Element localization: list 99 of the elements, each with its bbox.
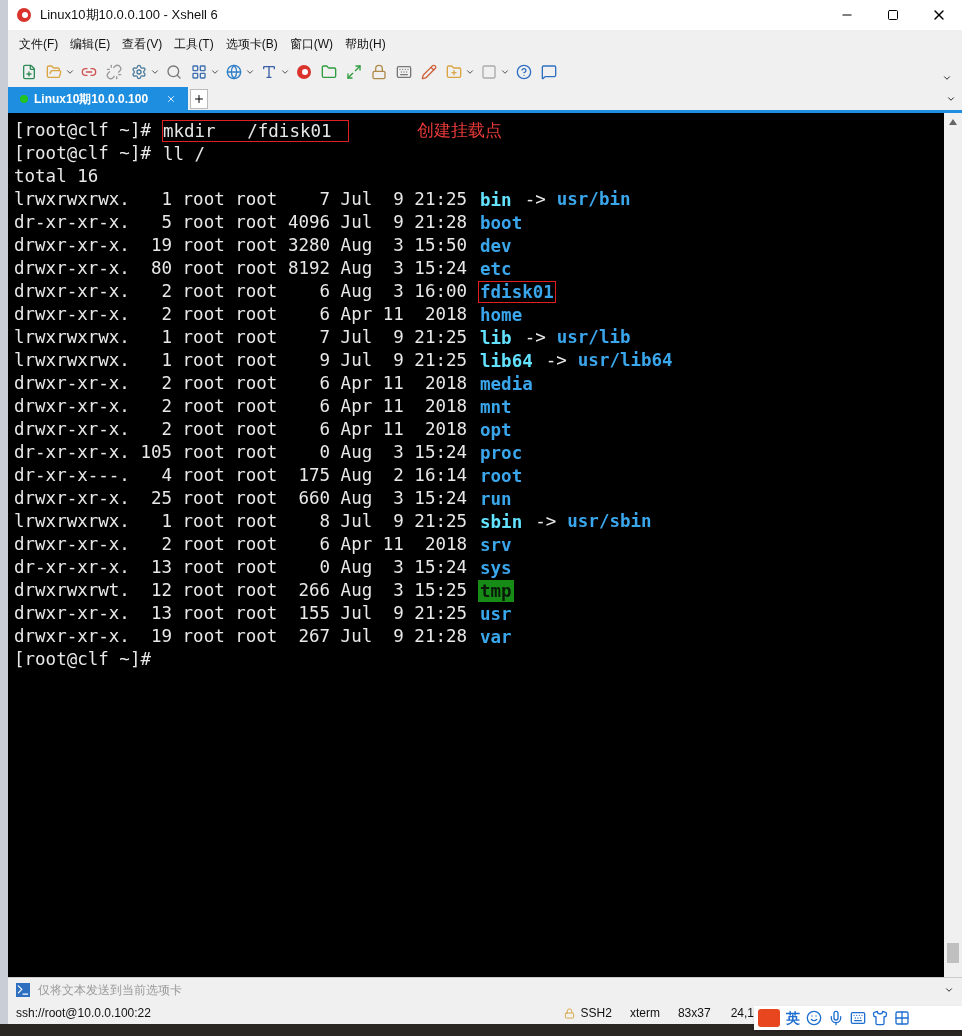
- protocol-label: SSH2: [580, 1005, 612, 1022]
- file-name: etc: [479, 257, 513, 280]
- file-info: drwxrwxrwt. 12 root root 266 Aug 3 15:25: [14, 579, 468, 602]
- file-name: dev: [479, 234, 513, 257]
- file-name: home: [479, 303, 524, 326]
- keyboard-icon[interactable]: [850, 1010, 866, 1026]
- prompt: [root@clf ~]#: [14, 119, 151, 142]
- caret-icon[interactable]: [245, 67, 255, 77]
- file-info: dr-xr-xr-x. 5 root root 4096 Jul 9 21:28: [14, 211, 468, 234]
- file-info: dr-xr-xr-x. 105 root root 0 Aug 3 15:24: [14, 441, 468, 464]
- link-arrow: ->: [524, 326, 546, 349]
- file-name: srv: [479, 533, 513, 556]
- file-info: drwxr-xr-x. 19 root root 3280 Aug 3 15:50: [14, 234, 468, 257]
- menu-item[interactable]: 编辑(E): [67, 34, 114, 53]
- window-title: Linux10期10.0.0.100 - Xshell 6: [40, 6, 218, 25]
- caret-icon[interactable]: [944, 985, 954, 995]
- file-info: drwxr-xr-x. 2 root root 6 Aug 3 16:00: [14, 280, 468, 303]
- link-target: usr/lib: [556, 326, 631, 349]
- file-info: dr-xr-x---. 4 root root 175 Aug 2 16:14: [14, 464, 468, 487]
- prompt: [root@clf ~]#: [14, 648, 151, 671]
- scrollbar[interactable]: [944, 113, 962, 977]
- compose-input[interactable]: 仅将文本发送到当前选项卡: [38, 981, 936, 999]
- lock-icon: [563, 1007, 575, 1019]
- emoji-icon[interactable]: [806, 1010, 822, 1026]
- file-name: run: [479, 487, 513, 510]
- prompt: [root@clf ~]#: [14, 142, 151, 165]
- caret-icon[interactable]: [500, 67, 510, 77]
- file-info: drwxr-xr-x. 2 root root 6 Apr 11 2018: [14, 418, 468, 441]
- menu-item[interactable]: 工具(T): [171, 34, 217, 53]
- overflow-icon[interactable]: [942, 73, 952, 83]
- file-info: drwxr-xr-x. 13 root root 155 Jul 9 21:25: [14, 602, 468, 625]
- close-tab-icon[interactable]: [166, 93, 176, 104]
- file-info: drwxr-xr-x. 25 root root 660 Aug 3 15:24: [14, 487, 468, 510]
- ime-logo-icon: [758, 1009, 780, 1027]
- file-info: drwxr-xr-x. 80 root root 8192 Aug 3 15:24: [14, 257, 468, 280]
- terminal-icon: [16, 983, 30, 997]
- file-name: boot: [479, 211, 524, 234]
- file-name: bin: [479, 188, 513, 211]
- command-text: ll /: [161, 142, 207, 165]
- ime-language[interactable]: 英: [786, 1007, 800, 1029]
- file-name: sys: [479, 556, 513, 579]
- file-name: proc: [479, 441, 524, 464]
- compose-bar[interactable]: 仅将文本发送到当前选项卡: [8, 977, 962, 1002]
- file-info: lrwxrwxrwx. 1 root root 9 Jul 9 21:25: [14, 349, 468, 372]
- file-name: root: [479, 464, 524, 487]
- scrollbar-thumb[interactable]: [947, 943, 959, 963]
- annotation-text: 创建挂载点: [416, 119, 502, 142]
- file-info: dr-xr-xr-x. 13 root root 0 Aug 3 15:24: [14, 556, 468, 579]
- file-info: drwxr-xr-x. 2 root root 6 Apr 11 2018: [14, 533, 468, 556]
- file-name: mnt: [479, 395, 513, 418]
- tab-list-icon[interactable]: [946, 94, 956, 104]
- caret-icon[interactable]: [65, 67, 75, 77]
- caret-icon[interactable]: [210, 67, 220, 77]
- menu-item[interactable]: 窗口(W): [286, 34, 336, 53]
- file-info: drwxr-xr-x. 19 root root 267 Jul 9 21:28: [14, 625, 468, 648]
- skin-icon[interactable]: [872, 1010, 888, 1026]
- file-info: lrwxrwxrwx. 1 root root 8 Jul 9 21:25: [14, 510, 468, 533]
- file-name: fdisk01: [478, 280, 556, 303]
- caret-icon[interactable]: [465, 67, 475, 77]
- output-text: total 16: [14, 166, 99, 186]
- microphone-icon[interactable]: [828, 1010, 844, 1026]
- file-name: tmp: [478, 579, 514, 602]
- session-tab[interactable]: Linux10期10.0.0.100: [8, 87, 188, 110]
- plus-icon: [193, 93, 205, 105]
- link-arrow: ->: [545, 349, 567, 372]
- file-info: lrwxrwxrwx. 1 root root 7 Jul 9 21:25: [14, 326, 468, 349]
- file-name: var: [479, 625, 513, 648]
- file-info: drwxr-xr-x. 2 root root 6 Apr 11 2018: [14, 372, 468, 395]
- file-name: sbin: [479, 510, 524, 533]
- menu-item[interactable]: 帮助(H): [342, 34, 389, 53]
- file-info: lrwxrwxrwx. 1 root root 7 Jul 9 21:25: [14, 188, 468, 211]
- file-name: lib: [479, 326, 513, 349]
- caret-icon[interactable]: [280, 67, 290, 77]
- file-name: usr: [479, 602, 513, 625]
- scroll-up-icon[interactable]: [949, 119, 957, 125]
- command-text: mkdir /fdisk01: [161, 119, 349, 142]
- size-label: 83x37: [677, 1005, 711, 1022]
- toolbox-icon[interactable]: [894, 1010, 910, 1026]
- file-name: lib64: [479, 349, 534, 372]
- new-tab-button[interactable]: [190, 89, 208, 109]
- terminal-type: xterm: [629, 1005, 660, 1022]
- file-info: drwxr-xr-x. 2 root root 6 Apr 11 2018: [14, 303, 468, 326]
- menu-item[interactable]: 文件(F): [16, 34, 62, 53]
- connection-address: ssh://root@10.0.0.100:22: [16, 1005, 151, 1022]
- cursor-position: 24,1: [730, 1005, 754, 1022]
- menu-item[interactable]: 选项卡(B): [222, 34, 281, 53]
- caret-icon[interactable]: [150, 67, 160, 77]
- link-arrow: ->: [535, 510, 557, 533]
- file-name: opt: [479, 418, 513, 441]
- file-name: media: [479, 372, 534, 395]
- maximize-icon: [887, 9, 899, 21]
- link-arrow: ->: [524, 188, 546, 211]
- tab-label: Linux10期10.0.0.100: [34, 90, 149, 108]
- link-target: usr/bin: [556, 188, 631, 211]
- app-logo-icon: [16, 7, 32, 23]
- link-target: usr/sbin: [567, 510, 652, 533]
- menu-item[interactable]: 查看(V): [119, 34, 166, 53]
- file-info: drwxr-xr-x. 2 root root 6 Apr 11 2018: [14, 395, 468, 418]
- link-target: usr/lib64: [577, 349, 673, 372]
